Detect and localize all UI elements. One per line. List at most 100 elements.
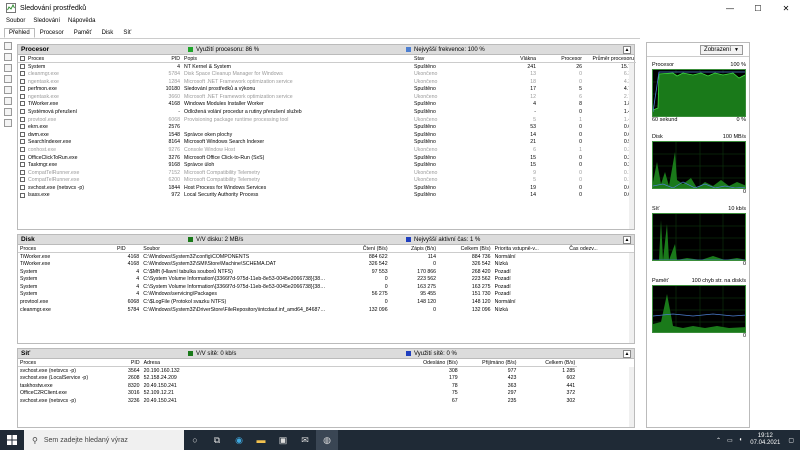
table-row[interactable]: svchost.exe (netsvcs -p) 3236 20.49.150.24… [18,397,634,405]
table-row[interactable]: provtool.exe 6068 C:\$LogFile (Protokol sv… [18,298,634,306]
process-checkbox[interactable] [20,192,25,198]
column-header[interactable]: Stav [412,55,488,64]
shortcut-icon[interactable] [4,53,12,61]
disk-section-header[interactable]: Disk V/V disku: 2 MB/s Nejvyšší aktivní … [18,235,634,245]
menu-monitor[interactable]: Sledování [33,18,60,24]
column-header[interactable]: PID [115,359,142,368]
table-row[interactable]: SearchIndexer.exe 8164 Microsoft Windows S… [18,139,636,147]
table-row[interactable]: System 4 C:\Windows\servicing\Packages 56 2… [18,291,634,299]
column-header[interactable]: Vlákna [488,55,538,64]
table-row[interactable]: conhost.exe 9276 Console Window Host Ukonče… [18,146,636,154]
table-row[interactable]: dwm.exe 1548 Správce oken plochy Spuštěno 14… [18,131,636,139]
maximize-button[interactable]: ☐ [744,0,772,16]
tab-memory[interactable]: Paměť [69,28,97,38]
process-checkbox[interactable] [20,71,25,77]
disk-scrollbar[interactable] [629,253,634,343]
cpu-scrollbar[interactable] [629,63,634,229]
table-row[interactable]: Systémová přerušení - Odložená volání proc… [18,108,636,116]
column-header[interactable]: PID [156,55,182,64]
network-section-header[interactable]: Síť V/V sítě: 0 kb/s Využití sítě: 0 % ▲ [18,349,634,359]
process-checkbox[interactable] [20,101,25,107]
collapse-icon[interactable]: ▲ [623,46,631,54]
column-header[interactable]: Procesor [538,55,584,64]
process-checkbox[interactable] [20,86,25,92]
task-view-icon[interactable]: ⧉ [206,430,228,450]
shortcut-icon[interactable] [4,75,12,83]
taskbar-search-box[interactable]: ⚲ Sem zadejte hledaný výraz [24,430,184,450]
table-row[interactable]: TiWorker.exe 4168 C:\Windows\System32\conf… [18,253,634,261]
cpu-section-header[interactable]: Procesor Využití procesoru: 86 % Nejvyšš… [18,45,634,55]
menu-file[interactable]: Soubor [6,18,25,24]
network-icon[interactable]: ▭ [727,437,733,444]
column-header[interactable]: PID [114,245,142,254]
column-header[interactable]: Zápis (B/s) [389,245,439,254]
tab-cpu[interactable]: Procesor [35,28,69,38]
table-row[interactable]: svchost.exe (netsvcs -p) 1844 Host Process… [18,184,636,192]
menu-help[interactable]: Nápověda [68,18,95,24]
column-header[interactable]: Proces [18,55,156,64]
table-row[interactable]: ekrn.exe2576Spuštěno5300.64 [18,123,636,131]
table-row[interactable]: TiWorker.exe 4168 Windows Modules Installe… [18,101,636,109]
table-row[interactable]: svchost.exe (netsvcs -p) 3564 20.190.160.1… [18,367,634,375]
process-checkbox[interactable] [20,93,25,99]
column-header[interactable]: Adresa [141,359,399,368]
shortcut-icon[interactable] [4,97,12,105]
process-checkbox[interactable] [20,154,25,160]
table-row[interactable]: ngentask.exe 1284 Microsoft .NET Framework… [18,78,636,86]
table-row[interactable]: TiWorker.exe 4168 C:\Windows\System32\SMI\… [18,260,634,268]
process-checkbox[interactable] [20,131,25,137]
process-checkbox[interactable] [20,147,25,153]
shortcut-icon[interactable] [4,86,12,94]
shortcut-icon[interactable] [4,108,12,116]
volume-icon[interactable]: ◖ [739,437,743,443]
start-button[interactable] [0,430,24,450]
process-checkbox[interactable] [20,162,25,168]
column-header[interactable]: Proces [18,359,116,368]
tab-overview[interactable]: Přehled [4,28,35,38]
shortcut-icon[interactable] [4,64,12,72]
column-header[interactable]: Čas odezv... [567,245,634,254]
table-row[interactable]: Taskmgr.exe9168Správce úlohSpuštěno1500.… [18,161,636,169]
table-row[interactable]: svchost.exe (LocalService -p) 2608 52.158.… [18,374,634,382]
table-row[interactable]: lsass.exe 972 Local Security Authority Pro… [18,192,636,200]
table-row[interactable]: perfmon.exe 10180 Sledování prostředků a v… [18,85,636,93]
column-header[interactable]: Priorita vstupně-v... [492,245,568,254]
column-header[interactable]: Popis [182,55,412,64]
column-header[interactable]: Odesláno (B/s) [398,359,460,368]
process-checkbox[interactable] [20,109,25,115]
cortana-icon[interactable]: ○ [184,430,206,450]
column-header[interactable]: Celkem (B/s) [438,245,493,254]
view-button[interactable]: Zobrazení ▼ [700,44,743,55]
file-explorer-icon[interactable]: ▬ [250,430,272,450]
table-row[interactable]: taskhostw.exe 8320 20.49.150.241 78 363 441 [18,382,634,390]
tab-disk[interactable]: Disk [97,28,119,38]
shortcut-icon[interactable] [4,42,12,50]
edge-icon[interactable]: ◉ [228,430,250,450]
column-header[interactable]: Celkem (B/s) [518,359,578,368]
column-header[interactable]: Proces [18,245,115,254]
select-all-checkbox[interactable] [20,55,25,61]
table-row[interactable]: provtool.exe 6068 Provisioning package run… [18,116,636,124]
column-header[interactable]: Čtení (B/s) [329,245,390,254]
column-header[interactable]: Průměr procesoru [584,55,636,64]
column-header[interactable]: Přijímáno (B/s) [459,359,519,368]
notification-icon[interactable]: ▢ [788,437,794,444]
network-scrollbar[interactable] [629,367,634,427]
shortcut-icon[interactable] [4,119,12,127]
table-row[interactable]: System 4 C:\System Volume Information\{336… [18,275,634,283]
title-bar[interactable]: Sledování prostředků — ☐ ✕ [0,0,800,16]
minimize-button[interactable]: — [716,0,744,16]
table-row[interactable]: cleanmgr.exe 5784 Disk Space Cleanup Manag… [18,70,636,78]
table-row[interactable]: ngentask.exe 3660 Microsoft .NET Framework… [18,93,636,101]
process-checkbox[interactable] [20,116,25,122]
process-checkbox[interactable] [20,177,25,183]
table-row[interactable]: System 4 C:\$Mft (Hlavní tabulka souborů N… [18,268,634,276]
close-button[interactable]: ✕ [772,0,800,16]
process-checkbox[interactable] [20,185,25,191]
tab-network[interactable]: Síť [118,28,136,38]
table-row[interactable]: cleanmgr.exe 5784 C:\Windows\System32\Driv… [18,306,634,314]
column-header[interactable]: Soubor [141,245,330,254]
table-row[interactable]: System 4 C:\System Volume Information\{336… [18,283,634,291]
mail-icon[interactable]: ✉ [294,430,316,450]
table-row[interactable]: CompatTelRunner.exe 6200 Microsoft Compati… [18,177,636,185]
